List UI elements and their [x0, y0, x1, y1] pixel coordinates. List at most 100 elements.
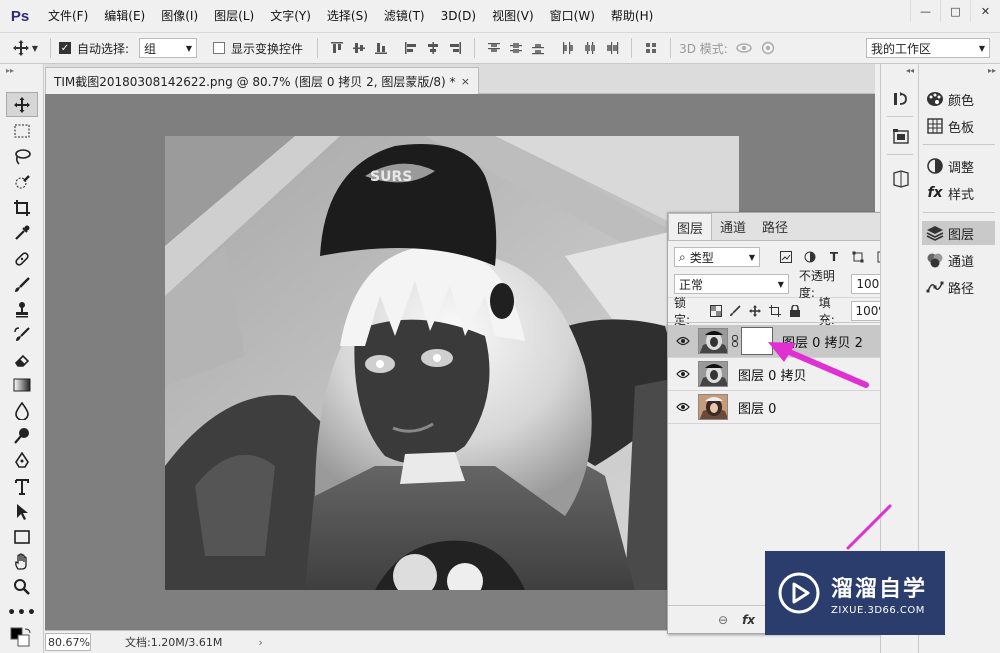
clone-stamp-tool[interactable]: [6, 297, 38, 322]
workspace-dropdown[interactable]: 我的工作区 ▼: [866, 38, 990, 58]
panel-styles[interactable]: fx 样式: [922, 181, 995, 205]
lock-transparent-icon[interactable]: [706, 301, 726, 321]
show-transform-checkbox[interactable]: [213, 42, 226, 54]
menu-filter[interactable]: 滤镜(T): [376, 0, 433, 32]
orbit-3d-icon: [732, 41, 756, 55]
close-button[interactable]: ✕: [970, 0, 1000, 22]
filter-pixel-icon[interactable]: [774, 247, 798, 267]
layer-row[interactable]: 图层 0 拷贝 2: [668, 325, 902, 358]
lock-artboard-icon[interactable]: [765, 301, 785, 321]
menu-image[interactable]: 图像(I): [153, 0, 206, 32]
distribute-bottom-icon[interactable]: [527, 41, 549, 55]
panel-channels-label: 通道: [948, 254, 975, 270]
move-tool[interactable]: [6, 92, 38, 117]
filter-type-icon[interactable]: T: [822, 247, 846, 267]
tab-paths[interactable]: 路径: [754, 213, 796, 240]
menu-file[interactable]: 文件(F): [40, 0, 96, 32]
filter-adjustment-icon[interactable]: [798, 247, 822, 267]
align-top-icon[interactable]: [326, 41, 348, 55]
marquee-tool[interactable]: [6, 118, 38, 143]
mask-link-icon[interactable]: [728, 335, 742, 347]
layer-row[interactable]: 图层 0: [668, 391, 902, 424]
blend-mode-dropdown[interactable]: 正常 ▼: [674, 274, 789, 294]
color-swatches-icon[interactable]: [6, 625, 38, 650]
chevron-right-icon[interactable]: ›: [258, 636, 262, 649]
hand-tool[interactable]: [6, 549, 38, 574]
panel-layers[interactable]: 图层: [922, 221, 995, 245]
tab-layers[interactable]: 图层: [668, 213, 713, 240]
layer-filter-dropdown[interactable]: ⌕ 类型 ▼: [674, 247, 760, 267]
lasso-tool[interactable]: [6, 144, 38, 169]
lock-image-icon[interactable]: [726, 301, 746, 321]
lock-position-icon[interactable]: [745, 301, 765, 321]
distribute-left-icon[interactable]: [557, 41, 579, 55]
maximize-button[interactable]: □: [940, 0, 970, 22]
distribute-hcenter-icon[interactable]: [579, 41, 601, 55]
document-tab[interactable]: TIM截图20180308142622.png @ 80.7% (图层 0 拷贝…: [45, 67, 479, 94]
panel-collapse-icon[interactable]: ▸▸: [0, 64, 43, 78]
document-image[interactable]: SURS: [165, 136, 739, 590]
rectangle-tool[interactable]: [6, 524, 38, 549]
libraries-icon[interactable]: [890, 168, 912, 190]
eyedropper-tool[interactable]: [6, 220, 38, 245]
history-brush-tool[interactable]: [6, 322, 38, 347]
close-document-icon[interactable]: ×: [461, 75, 470, 88]
quick-selection-tool[interactable]: [6, 170, 38, 195]
menu-select[interactable]: 选择(S): [319, 0, 376, 32]
eraser-tool[interactable]: [6, 347, 38, 372]
align-bottom-icon[interactable]: [370, 41, 392, 55]
panel-adjustments[interactable]: 调整: [922, 154, 995, 178]
layer-style-icon[interactable]: fx: [742, 613, 755, 627]
distribute-top-icon[interactable]: [483, 41, 505, 55]
lock-all-icon[interactable]: [785, 301, 805, 321]
history-icon[interactable]: [890, 88, 912, 110]
auto-select-checkbox[interactable]: ✓: [59, 42, 71, 54]
watermark-title: 溜溜自学: [831, 576, 928, 602]
menu-window[interactable]: 窗口(W): [542, 0, 603, 32]
auto-align-icon[interactable]: [640, 41, 662, 55]
play-logo-icon: [777, 571, 821, 615]
align-hcenter-icon[interactable]: [422, 41, 444, 55]
visibility-eye-icon[interactable]: [668, 336, 698, 346]
collapse-strip-icon[interactable]: ◂◂: [906, 66, 914, 75]
auto-select-dropdown[interactable]: 组 ▼: [139, 38, 198, 58]
expand-panels-icon[interactable]: ▸▸: [988, 66, 996, 75]
crop-tool[interactable]: [6, 195, 38, 220]
visibility-eye-icon[interactable]: [668, 369, 698, 379]
align-left-icon[interactable]: [400, 41, 422, 55]
tab-channels[interactable]: 通道: [712, 213, 754, 240]
align-right-icon[interactable]: [444, 41, 466, 55]
menu-view[interactable]: 视图(V): [484, 0, 542, 32]
minimize-button[interactable]: —: [910, 0, 940, 22]
more-tools-icon[interactable]: •••: [6, 600, 38, 625]
menu-help[interactable]: 帮助(H): [603, 0, 661, 32]
zoom-tool[interactable]: [6, 574, 38, 599]
path-selection-tool[interactable]: [6, 499, 38, 524]
menu-type[interactable]: 文字(Y): [262, 0, 319, 32]
layer-row[interactable]: 图层 0 拷贝: [668, 358, 902, 391]
dodge-tool[interactable]: [6, 423, 38, 448]
type-tool[interactable]: [6, 474, 38, 499]
panel-color[interactable]: 颜色: [922, 87, 995, 111]
properties-icon[interactable]: [890, 126, 912, 148]
filter-shape-icon[interactable]: [846, 247, 870, 267]
menu-layer[interactable]: 图层(L): [206, 0, 262, 32]
distribute-vcenter-icon[interactable]: [505, 41, 527, 55]
align-vcenter-icon[interactable]: [348, 41, 370, 55]
healing-brush-tool[interactable]: [6, 246, 38, 271]
panel-paths[interactable]: 路径: [922, 275, 995, 299]
blur-tool[interactable]: [6, 398, 38, 423]
menu-3d[interactable]: 3D(D): [433, 0, 484, 32]
layer-mask-thumbnail[interactable]: [741, 327, 773, 355]
gradient-tool[interactable]: [6, 372, 38, 397]
distribute-right-icon[interactable]: [601, 41, 623, 55]
menu-edit[interactable]: 编辑(E): [96, 0, 153, 32]
zoom-level-field[interactable]: 80.67%: [45, 633, 91, 651]
link-layers-icon[interactable]: ⊖: [718, 613, 728, 627]
brush-tool[interactable]: [6, 272, 38, 297]
pen-tool[interactable]: [6, 448, 38, 473]
visibility-eye-icon[interactable]: [668, 402, 698, 412]
panel-channels[interactable]: 通道: [922, 248, 995, 272]
move-tool-preset-icon[interactable]: ▼: [8, 38, 42, 58]
panel-swatches[interactable]: 色板: [922, 114, 995, 138]
